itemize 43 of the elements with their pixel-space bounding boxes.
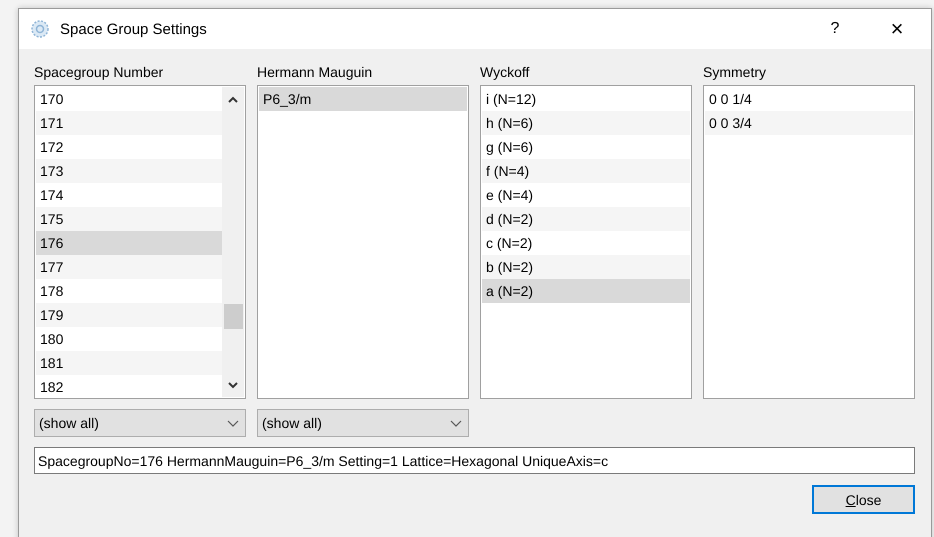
list-item[interactable]: 174 <box>36 183 222 207</box>
scroll-down-icon[interactable] <box>228 382 238 388</box>
crystal-icon <box>30 19 50 39</box>
scroll-up-icon[interactable] <box>228 96 238 102</box>
help-button[interactable]: ? <box>809 13 861 45</box>
list-item[interactable]: 171 <box>36 111 222 135</box>
column-heading: Hermann Mauguin <box>257 64 372 80</box>
filter-dropdown[interactable]: (show all) <box>257 409 469 437</box>
list-item[interactable]: 173 <box>36 159 222 183</box>
list-item[interactable]: 181 <box>36 351 222 375</box>
filter-dropdown[interactable]: (show all) <box>34 409 246 437</box>
scrollbar[interactable] <box>222 87 244 397</box>
chevron-down-icon <box>227 420 239 426</box>
window-title: Space Group Settings <box>60 20 208 38</box>
list-item[interactable]: i (N=12) <box>482 87 690 111</box>
list-item[interactable]: 177 <box>36 255 222 279</box>
list-item[interactable]: c (N=2) <box>482 231 690 255</box>
chevron-down-icon <box>450 420 462 426</box>
column-heading: Spacegroup Number <box>34 64 164 80</box>
list-item[interactable]: 179 <box>36 303 222 327</box>
list-item[interactable]: b (N=2) <box>482 255 690 279</box>
list-item[interactable]: 0 0 1/4 <box>705 87 913 111</box>
list-item[interactable]: P6_3/m <box>259 87 467 111</box>
info-field[interactable]: SpacegroupNo=176 HermannMauguin=P6_3/m Setting=1 Lattice=Hexagonal UniqueAxis=c <box>34 447 915 474</box>
list-item[interactable]: 182 <box>36 375 222 399</box>
close-button[interactable]: × <box>871 13 923 45</box>
list-item[interactable]: f (N=4) <box>482 159 690 183</box>
column-heading: Wyckoff <box>480 64 530 80</box>
list-item[interactable]: 0 0 3/4 <box>705 111 913 135</box>
scrollbar-thumb[interactable] <box>224 304 243 329</box>
close-dialog-button[interactable]: Close <box>812 485 915 514</box>
list-item[interactable]: 176 <box>36 231 222 255</box>
list-item[interactable]: 180 <box>36 327 222 351</box>
list-item[interactable]: a (N=2) <box>482 279 690 303</box>
list-item[interactable]: d (N=2) <box>482 207 690 231</box>
list-item[interactable]: 172 <box>36 135 222 159</box>
list-item[interactable]: 170 <box>36 87 222 111</box>
list-item[interactable]: h (N=6) <box>482 111 690 135</box>
list-item[interactable]: 175 <box>36 207 222 231</box>
column-heading: Symmetry <box>703 64 766 80</box>
list-item[interactable]: g (N=6) <box>482 135 690 159</box>
list-item[interactable]: e (N=4) <box>482 183 690 207</box>
list-item[interactable]: 178 <box>36 279 222 303</box>
